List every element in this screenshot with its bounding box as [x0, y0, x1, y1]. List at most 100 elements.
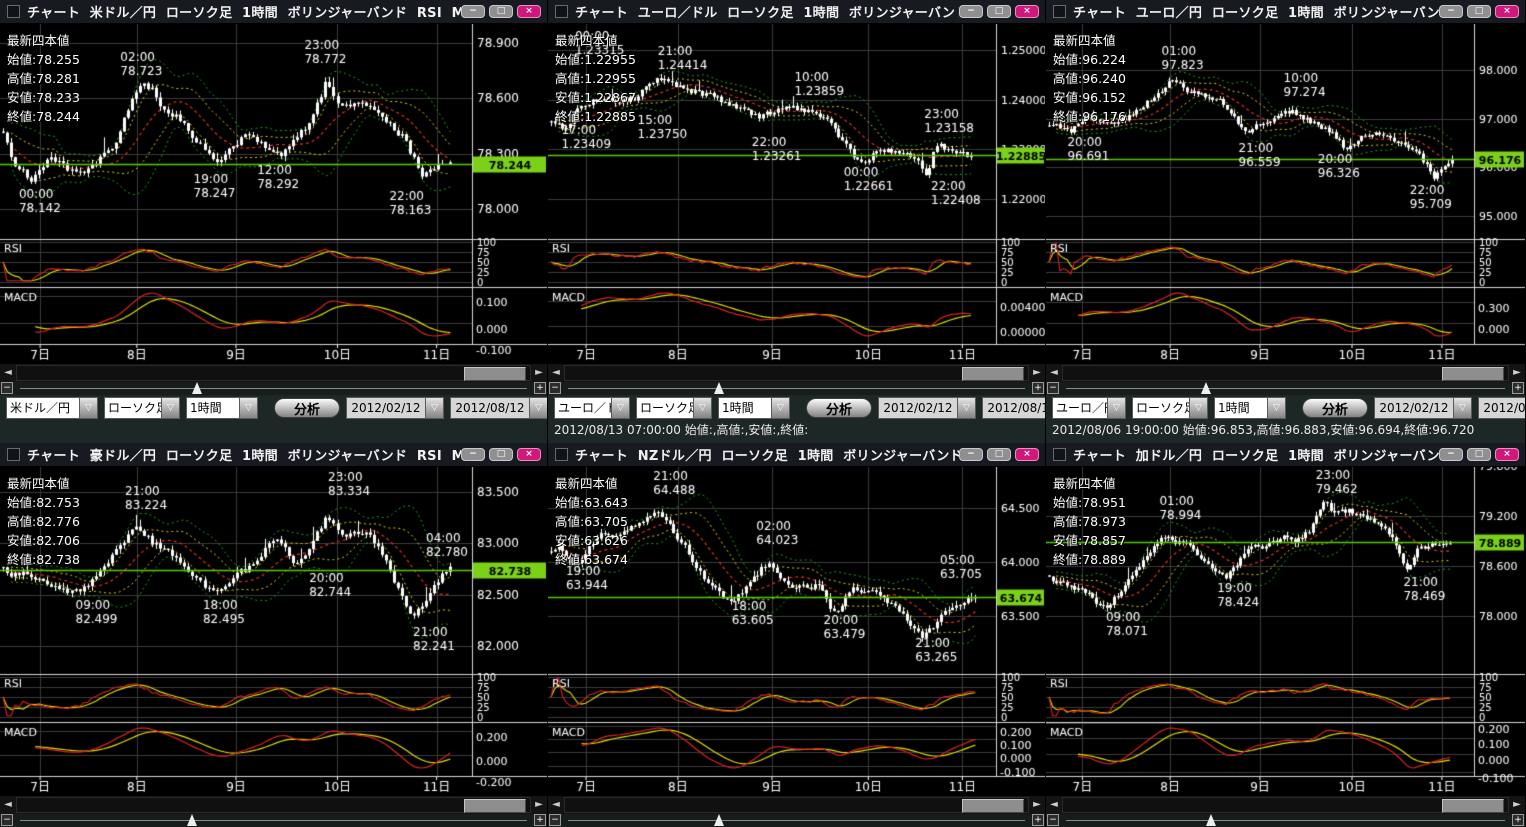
zoom-in-button[interactable]: +	[534, 814, 546, 826]
zoom-slider-thumb[interactable]	[187, 814, 197, 826]
analyze-button[interactable]: 分析	[274, 398, 340, 418]
scrollbar-track[interactable]	[16, 797, 531, 813]
window-titlebar[interactable]: チャート NZドル／円 ローソク足 1時間 ボリンジャーバンド RSI MACD…	[548, 443, 1045, 467]
zoom-slider-track[interactable]	[568, 388, 1025, 389]
scrollbar-thumb[interactable]	[464, 799, 526, 813]
zoom-slider-track[interactable]	[568, 820, 1025, 821]
scrollbar-thumb[interactable]	[1442, 367, 1504, 381]
scroll-left-arrow[interactable]: ◄	[0, 796, 16, 814]
dropdown-arrow-icon[interactable]: ▽	[957, 398, 975, 418]
scrollbar-thumb[interactable]	[464, 367, 526, 381]
date-to-select[interactable]: 2012/08/12 ▽	[450, 397, 548, 419]
scroll-right-arrow[interactable]: ►	[1029, 796, 1045, 814]
close-button[interactable]: ×	[1015, 448, 1039, 461]
zoom-out-button[interactable]: −	[1047, 382, 1059, 394]
scrollbar-thumb[interactable]	[962, 799, 1024, 813]
window-titlebar[interactable]: チャート ユーロ／ドル ローソク足 1時間 ボリンジャーバンド RSI MACD…	[548, 0, 1045, 24]
scroll-right-arrow[interactable]: ►	[1029, 364, 1045, 382]
zoom-out-button[interactable]: −	[1047, 814, 1059, 826]
scrollbar-track[interactable]	[1062, 797, 1509, 813]
date-to-select[interactable]: 2012/08/12 ▽	[982, 397, 1046, 419]
zoom-out-button[interactable]: −	[549, 382, 561, 394]
interval-select[interactable]: 1時間 ▽	[1214, 397, 1286, 419]
window-titlebar[interactable]: チャート 米ドル／円 ローソク足 1時間 ボリンジャーバンド RSI MACD …	[0, 0, 547, 24]
dropdown-arrow-icon[interactable]: ▽	[79, 398, 97, 418]
analyze-button[interactable]: 分析	[806, 398, 872, 418]
dropdown-arrow-icon[interactable]: ▽	[1267, 398, 1285, 418]
zoom-slider-thumb[interactable]	[1201, 382, 1211, 394]
analyze-button[interactable]: 分析	[1302, 398, 1368, 418]
date-from-select[interactable]: 2012/02/12 ▽	[878, 397, 976, 419]
close-button[interactable]: ×	[1495, 448, 1519, 461]
price-chart-canvas[interactable]	[1046, 467, 1526, 796]
zoom-slider-track[interactable]	[20, 388, 527, 389]
time-scrollbar[interactable]: ◄ ►	[1046, 796, 1525, 814]
zoom-in-button[interactable]: +	[1512, 814, 1524, 826]
scroll-left-arrow[interactable]: ◄	[548, 796, 564, 814]
pair-select[interactable]: ユーロ／円 ▽	[1052, 397, 1126, 419]
zoom-slider-track[interactable]	[1066, 820, 1505, 821]
minimize-button[interactable]: −	[1439, 5, 1463, 18]
zoom-slider[interactable]: − +	[1046, 814, 1525, 827]
zoom-out-button[interactable]: −	[1, 814, 13, 826]
scrollbar-track[interactable]	[16, 365, 531, 381]
zoom-slider[interactable]: − +	[1046, 382, 1525, 395]
close-button[interactable]: ×	[517, 5, 541, 18]
window-titlebar[interactable]: チャート ユーロ／円 ローソク足 1時間 ボリンジャーバンド RSI MACD …	[1046, 0, 1525, 24]
zoom-slider-thumb[interactable]	[714, 814, 724, 826]
minimize-button[interactable]: −	[461, 448, 485, 461]
scroll-left-arrow[interactable]: ◄	[0, 364, 16, 382]
zoom-out-button[interactable]: −	[1, 382, 13, 394]
window-titlebar[interactable]: チャート 豪ドル／円 ローソク足 1時間 ボリンジャーバンド RSI MACD …	[0, 443, 547, 467]
price-chart-canvas[interactable]	[548, 24, 1046, 364]
zoom-in-button[interactable]: +	[1032, 382, 1044, 394]
close-button[interactable]: ×	[1495, 5, 1519, 18]
dropdown-arrow-icon[interactable]: ▽	[1189, 398, 1207, 418]
scrollbar-track[interactable]	[564, 365, 1029, 381]
close-button[interactable]: ×	[517, 448, 541, 461]
window-titlebar[interactable]: チャート 加ドル／円 ローソク足 1時間 ボリンジャーバンド RSI MACD …	[1046, 443, 1525, 467]
maximize-button[interactable]: □	[489, 5, 513, 18]
price-chart-canvas[interactable]	[548, 467, 1046, 796]
minimize-button[interactable]: −	[1439, 448, 1463, 461]
date-from-select[interactable]: 2012/02/12 ▽	[1374, 397, 1472, 419]
dropdown-arrow-icon[interactable]: ▽	[611, 398, 629, 418]
maximize-button[interactable]: □	[987, 5, 1011, 18]
chart-style-select[interactable]: ローソク足 ▽	[1132, 397, 1208, 419]
chart-style-select[interactable]: ローソク足 ▽	[104, 397, 180, 419]
price-chart-canvas[interactable]	[1046, 24, 1526, 364]
scroll-right-arrow[interactable]: ►	[1509, 796, 1525, 814]
dropdown-arrow-icon[interactable]: ▽	[771, 398, 789, 418]
maximize-button[interactable]: □	[987, 448, 1011, 461]
dropdown-arrow-icon[interactable]: ▽	[693, 398, 711, 418]
zoom-out-button[interactable]: −	[549, 814, 561, 826]
close-button[interactable]: ×	[1015, 5, 1039, 18]
chart-style-select[interactable]: ローソク足 ▽	[636, 397, 712, 419]
zoom-slider-track[interactable]	[1066, 388, 1505, 389]
time-scrollbar[interactable]: ◄ ►	[548, 364, 1045, 382]
minimize-button[interactable]: −	[461, 5, 485, 18]
dropdown-arrow-icon[interactable]: ▽	[1453, 398, 1471, 418]
dropdown-arrow-icon[interactable]: ▽	[529, 398, 547, 418]
zoom-in-button[interactable]: +	[534, 382, 546, 394]
dropdown-arrow-icon[interactable]: ▽	[425, 398, 443, 418]
scroll-left-arrow[interactable]: ◄	[548, 364, 564, 382]
zoom-slider-thumb[interactable]	[714, 382, 724, 394]
zoom-slider-track[interactable]	[20, 820, 527, 821]
scrollbar-thumb[interactable]	[1442, 799, 1504, 813]
zoom-slider[interactable]: − +	[0, 382, 547, 395]
scroll-right-arrow[interactable]: ►	[531, 364, 547, 382]
minimize-button[interactable]: −	[959, 5, 983, 18]
pair-select[interactable]: 米ドル／円 ▽	[6, 397, 98, 419]
maximize-button[interactable]: □	[1467, 5, 1491, 18]
zoom-slider[interactable]: − +	[548, 814, 1045, 827]
zoom-slider-thumb[interactable]	[192, 382, 202, 394]
zoom-in-button[interactable]: +	[1512, 382, 1524, 394]
price-chart-canvas[interactable]	[0, 24, 548, 364]
zoom-in-button[interactable]: +	[1032, 814, 1044, 826]
price-chart-canvas[interactable]	[0, 467, 548, 796]
interval-select[interactable]: 1時間 ▽	[718, 397, 790, 419]
pair-select[interactable]: ユーロ／ドル ▽	[554, 397, 630, 419]
zoom-slider[interactable]: − +	[548, 382, 1045, 395]
minimize-button[interactable]: −	[959, 448, 983, 461]
